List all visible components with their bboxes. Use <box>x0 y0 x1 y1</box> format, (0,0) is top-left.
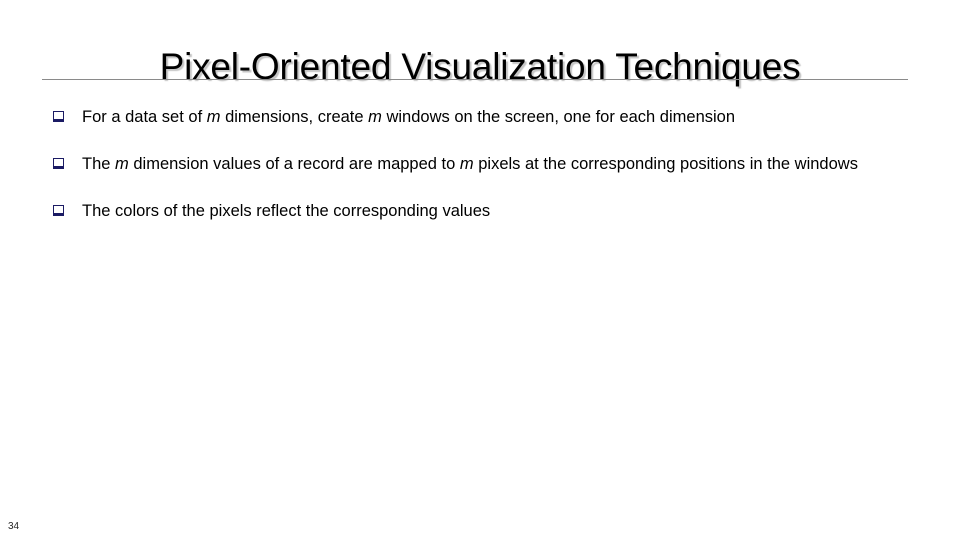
list-item: For a data set of m dimensions, create m… <box>50 102 910 132</box>
figure-caption-strip: (a) Income (b) Credit Limit (c) transact… <box>0 486 960 532</box>
list-item-text: For a data set of m dimensions, create m… <box>82 108 736 126</box>
list-item-text: The colors of the pixels reflect the cor… <box>82 202 491 220</box>
list-item: The m dimension values of a record are m… <box>50 149 910 179</box>
list-item: The colors of the pixels reflect the cor… <box>50 196 910 226</box>
page-title: Pixel-Oriented Visualization Techniques <box>159 45 801 87</box>
list-item-text: The m dimension values of a record are m… <box>82 155 858 173</box>
hollow-square-bullet-icon <box>53 111 64 122</box>
title-divider <box>42 79 908 80</box>
hollow-square-bullet-icon <box>53 205 64 216</box>
bullet-list: For a data set of m dimensions, create m… <box>50 102 910 226</box>
slide-number: 34 <box>8 521 20 532</box>
slide-canvas: Pixel-Oriented Visualization Techniques … <box>0 0 960 540</box>
hollow-square-bullet-icon <box>53 158 64 169</box>
